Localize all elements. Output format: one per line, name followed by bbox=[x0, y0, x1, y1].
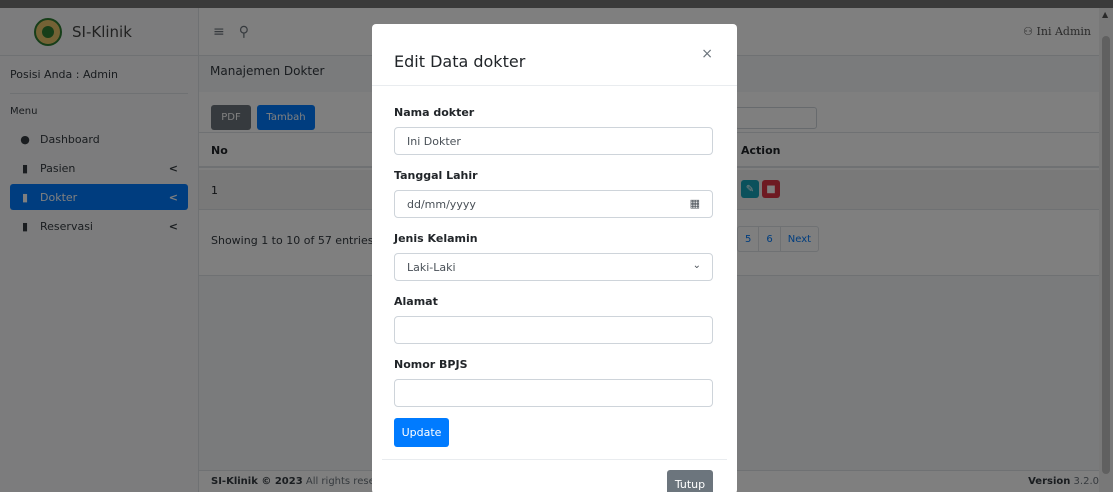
tanggal-label: Tanggal Lahir bbox=[394, 169, 478, 182]
nama-input[interactable]: Ini Dokter bbox=[394, 127, 713, 155]
jenis-kelamin-label: Jenis Kelamin bbox=[394, 232, 478, 245]
nama-value: Ini Dokter bbox=[407, 134, 461, 148]
close-icon[interactable]: × bbox=[701, 46, 713, 62]
bpjs-label: Nomor BPJS bbox=[394, 358, 468, 371]
tanggal-placeholder: dd/mm/yyyy bbox=[407, 197, 476, 211]
tanggal-lahir-input[interactable]: dd/mm/yyyy ▦ bbox=[394, 190, 713, 218]
calendar-icon[interactable]: ▦ bbox=[690, 197, 700, 210]
jenis-kelamin-select[interactable]: Laki-Laki ⌄ bbox=[394, 253, 713, 281]
modal-header: Edit Data dokter × bbox=[372, 24, 737, 86]
chevron-down-icon: ⌄ bbox=[692, 260, 701, 271]
modal-footer-divider bbox=[382, 459, 727, 460]
modal-title: Edit Data dokter bbox=[394, 52, 526, 71]
alamat-label: Alamat bbox=[394, 295, 438, 308]
close-button[interactable]: Tutup bbox=[667, 470, 713, 492]
nama-label: Nama dokter bbox=[394, 106, 475, 119]
edit-doctor-modal: Edit Data dokter × Nama dokter Ini Dokte… bbox=[372, 24, 737, 492]
update-button[interactable]: Update bbox=[394, 418, 449, 447]
alamat-input[interactable] bbox=[394, 316, 713, 344]
jenis-kelamin-value: Laki-Laki bbox=[407, 260, 456, 274]
app-window: SI-Klinik Posisi Anda : Admin Menu ● Das… bbox=[0, 8, 1113, 492]
bpjs-input[interactable] bbox=[394, 379, 713, 407]
